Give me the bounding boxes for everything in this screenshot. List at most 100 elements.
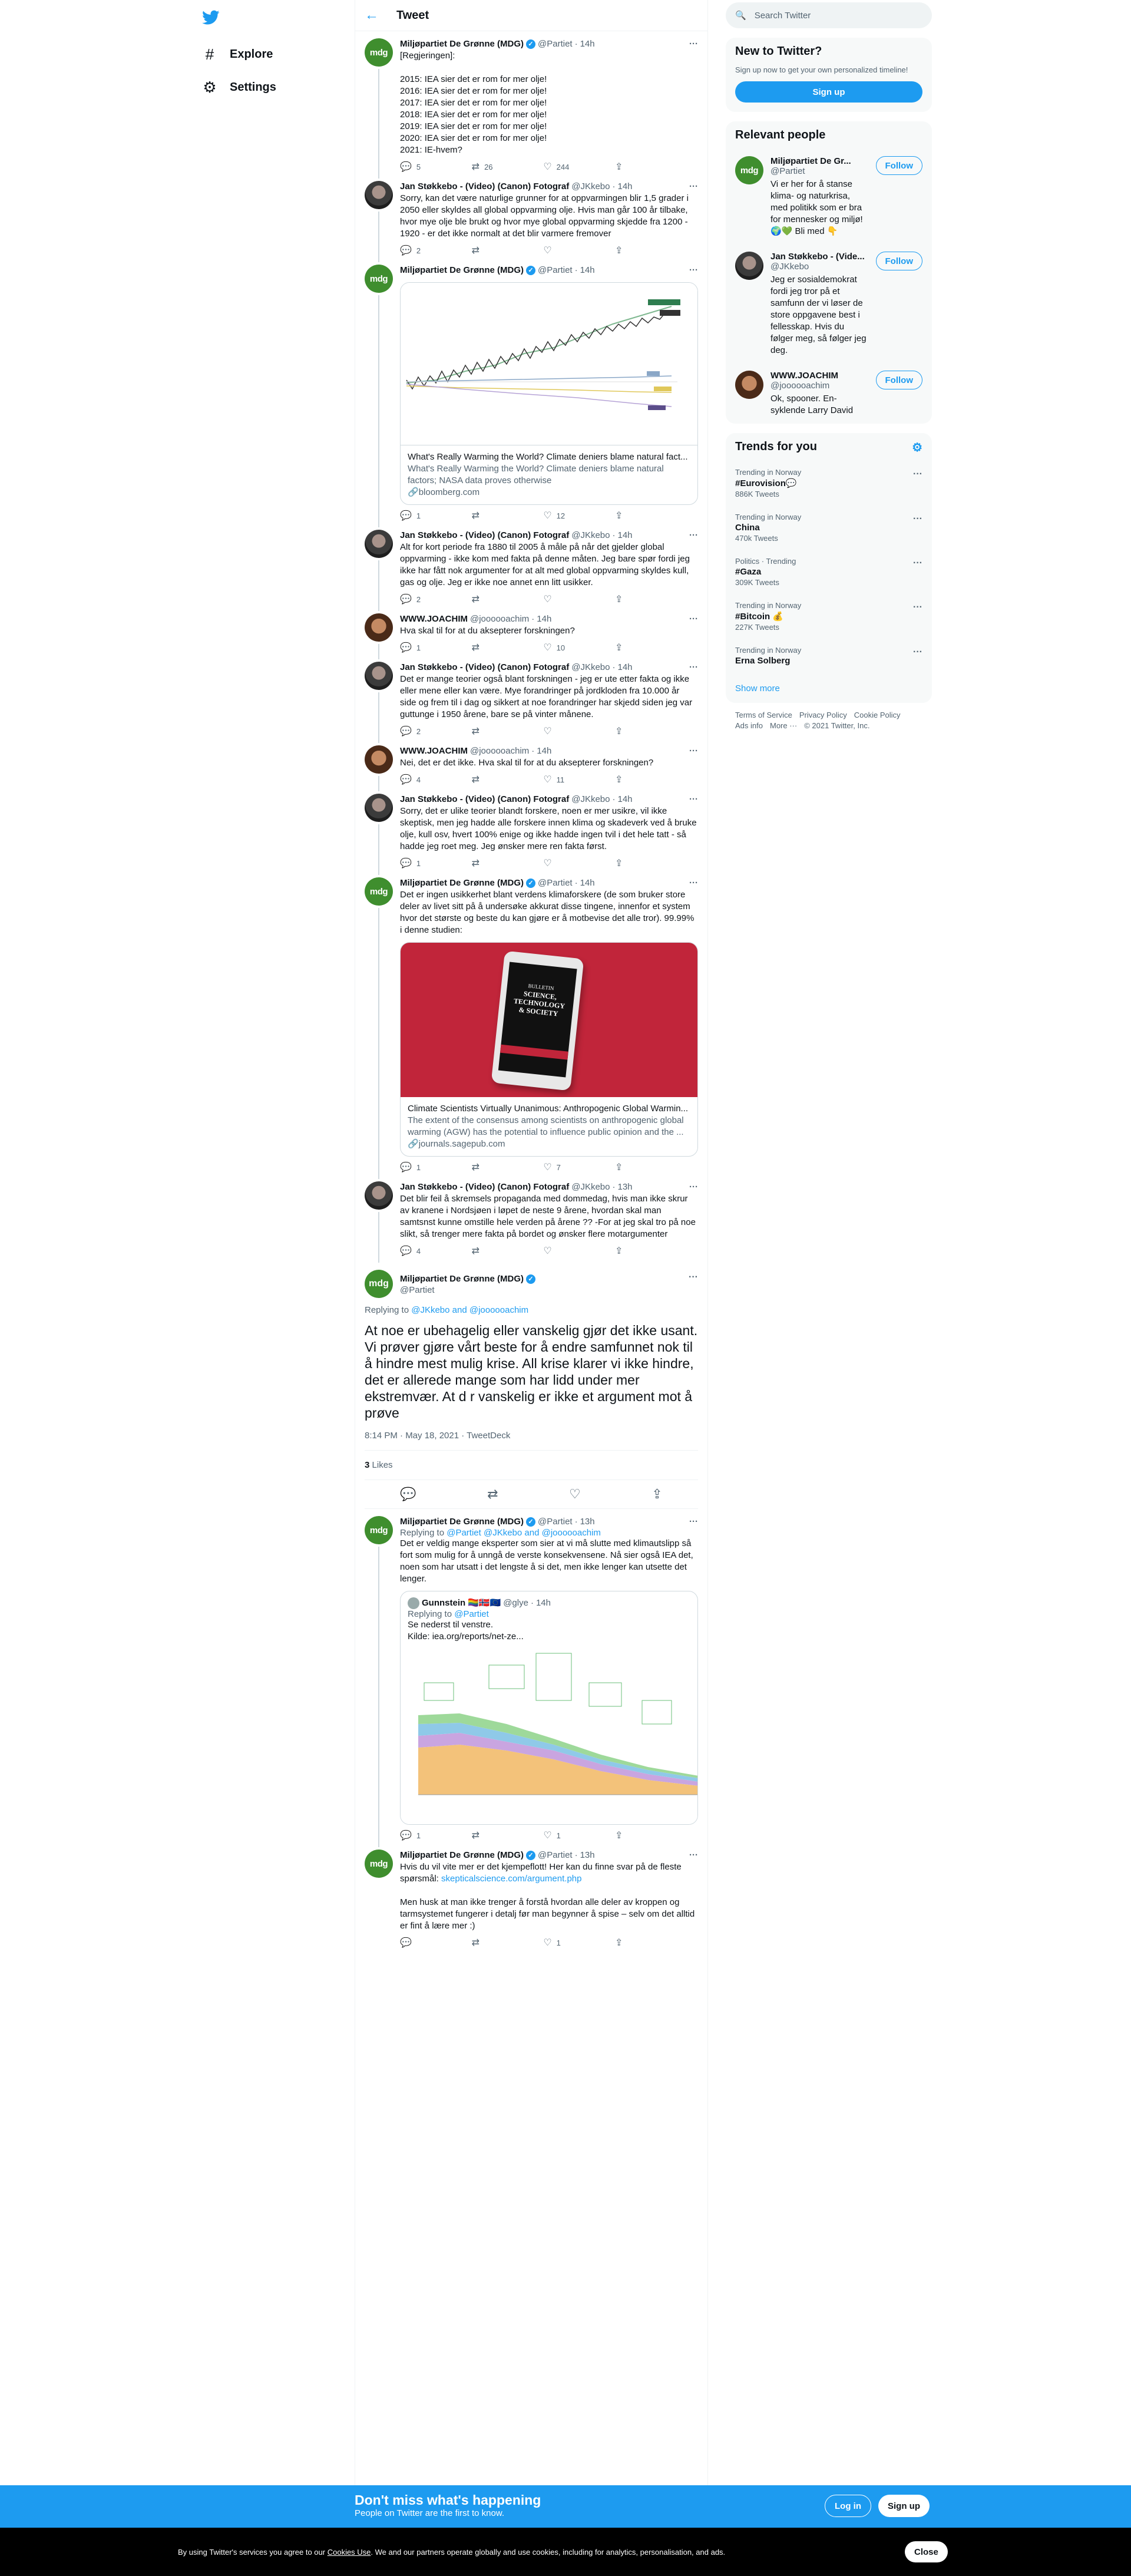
retweet-button[interactable]: ⇄ [472, 774, 507, 785]
author-name[interactable]: Miljøpartiet De Grønne (MDG) [400, 265, 524, 276]
person-name[interactable]: WWW.JOACHIM [770, 371, 869, 381]
retweet-button[interactable]: ⇄ [472, 245, 507, 256]
avatar[interactable] [365, 613, 393, 642]
more-icon[interactable]: ··· [689, 1272, 698, 1283]
search-input[interactable]: Search Twitter [755, 11, 811, 21]
share-button[interactable]: ⇪ [615, 774, 650, 785]
tweet-time[interactable]: 13h [580, 1516, 595, 1528]
more-icon[interactable]: ··· [689, 662, 698, 673]
back-arrow-icon[interactable]: ← [365, 7, 379, 24]
reply-button[interactable]: 💬 1 [400, 510, 435, 521]
avatar[interactable]: mdg [365, 38, 393, 67]
login-button[interactable]: Log in [825, 2495, 871, 2517]
avatar[interactable] [365, 530, 393, 558]
tweet-time[interactable]: 14h [580, 877, 595, 889]
more-icon[interactable]: ··· [689, 1181, 698, 1193]
share-button[interactable]: ⇪ [615, 1829, 650, 1841]
replying-to-link[interactable]: @Partiet @JKkebo and @joooooachim [447, 1528, 601, 1538]
tweet[interactable]: Jan Støkkebo - (Video) (Canon) Fotograf @… [355, 179, 707, 262]
follow-button[interactable]: Follow [875, 252, 922, 270]
share-button[interactable]: ⇪ [615, 857, 650, 869]
footer-link[interactable]: More ··· [770, 721, 797, 730]
more-icon[interactable]: ··· [689, 530, 698, 541]
retweet-button[interactable]: ⇄ [472, 1245, 507, 1257]
avatar[interactable]: mdg [365, 265, 393, 293]
replying-to-link[interactable]: @JKkebo and @joooooachim [411, 1305, 528, 1315]
tweet[interactable]: Jan Støkkebo - (Video) (Canon) Fotograf @… [355, 527, 707, 611]
avatar[interactable]: mdg [365, 877, 393, 906]
avatar[interactable] [365, 662, 393, 690]
more-icon[interactable]: ··· [689, 265, 698, 276]
tweet-time[interactable]: 13h [580, 1850, 595, 1861]
footer-link[interactable]: Cookie Policy [854, 711, 901, 719]
avatar[interactable] [365, 794, 393, 822]
reply-icon[interactable]: 💬 [400, 1487, 416, 1502]
author-name[interactable]: Miljøpartiet De Grønne (MDG) [400, 877, 524, 889]
more-icon[interactable]: ··· [913, 647, 922, 658]
tweet[interactable]: WWW.JOACHIM @joooooachim · 14h ··· Hva skal … [355, 611, 707, 659]
more-icon[interactable]: ··· [689, 1516, 698, 1528]
author-name[interactable]: WWW.JOACHIM [400, 613, 468, 625]
reply-button[interactable]: 💬 2 [400, 245, 435, 256]
reply-button[interactable]: 💬 4 [400, 1245, 435, 1257]
tweet-time[interactable]: 13h [618, 1181, 633, 1193]
tweet-time[interactable]: 14h [618, 530, 633, 541]
more-icon[interactable]: ··· [689, 745, 698, 757]
twitter-logo-icon[interactable] [194, 2, 227, 33]
author-name[interactable]: Miljøpartiet De Grønne (MDG) [400, 38, 524, 50]
person-name[interactable]: Jan Støkkebo - (Vide... [770, 252, 869, 262]
tweet[interactable]: mdg Miljøpartiet De Grønne (MDG) ✓ @Partie… [355, 31, 707, 179]
retweet-button[interactable]: ⇄ [472, 1161, 507, 1173]
more-icon[interactable]: ··· [689, 181, 698, 193]
person-name[interactable]: Miljøpartiet De Gr... [770, 156, 869, 166]
reply-tweet[interactable]: mdg Miljøpartiet De Grønne (MDG) ✓ @Partie… [355, 1509, 707, 1847]
signup-button[interactable]: Sign up [878, 2495, 930, 2517]
show-more-link[interactable]: Show more [726, 674, 932, 703]
like-button[interactable]: ♡ 10 [543, 642, 578, 653]
reply-button[interactable]: 💬 4 [400, 774, 435, 785]
footer-link[interactable]: Privacy Policy [799, 711, 847, 719]
avatar[interactable] [365, 1181, 393, 1210]
footer-link[interactable]: Ads info [735, 721, 763, 730]
tweet-time[interactable]: 14h [618, 794, 633, 805]
retweet-button[interactable]: ⇄ [472, 642, 507, 653]
share-button[interactable]: ⇪ [615, 1161, 650, 1173]
author-name[interactable]: Jan Støkkebo - (Video) (Canon) Fotograf [400, 181, 569, 193]
avatar[interactable]: mdg [365, 1516, 393, 1544]
heart-icon[interactable]: ♡ [569, 1487, 581, 1502]
search-box[interactable]: 🔍 Search Twitter [726, 2, 932, 28]
close-button[interactable]: Close [905, 2541, 948, 2562]
like-button[interactable]: ♡ 244 [543, 161, 578, 173]
retweet-button[interactable]: ⇄ [472, 1937, 507, 1948]
signup-button[interactable]: Sign up [735, 81, 922, 103]
retweet-button[interactable]: ⇄ [472, 510, 507, 521]
reply-button[interactable]: 💬 2 [400, 725, 435, 737]
author-name[interactable]: Jan Støkkebo - (Video) (Canon) Fotograf [400, 530, 569, 541]
nav-settings[interactable]: ⚙ Settings [194, 71, 355, 104]
trend-item[interactable]: Trending in Norway #Eurovision💬 886K Tweet… [726, 461, 932, 506]
retweet-button[interactable]: ⇄ [472, 725, 507, 737]
retweet-icon[interactable]: ⇄ [487, 1487, 498, 1502]
like-button[interactable]: ♡ [543, 1245, 578, 1257]
retweet-button[interactable]: ⇄ 26 [472, 161, 507, 173]
tweet[interactable]: mdg Miljøpartiet De Grønne (MDG) ✓ @Partie… [355, 262, 707, 527]
footer-link[interactable]: Terms of Service [735, 711, 792, 719]
tweet[interactable]: Jan Støkkebo - (Video) (Canon) Fotograf @… [355, 1179, 707, 1263]
tweet-time[interactable]: 14h [580, 265, 595, 276]
author-name[interactable]: WWW.JOACHIM [400, 745, 468, 757]
like-button[interactable]: ♡ [543, 593, 578, 605]
reply-button[interactable]: 💬 1 [400, 1161, 435, 1173]
more-icon[interactable]: ··· [913, 602, 922, 613]
author-name[interactable]: Jan Støkkebo - (Video) (Canon) Fotograf [400, 1181, 569, 1193]
tweet-link[interactable]: skepticalscience.com/argument.php [441, 1874, 581, 1884]
like-button[interactable]: ♡ 1 [543, 1937, 578, 1948]
like-button[interactable]: ♡ 1 [543, 1829, 578, 1841]
share-button[interactable]: ⇪ [615, 1245, 650, 1257]
like-button[interactable]: ♡ [543, 725, 578, 737]
reply-button[interactable]: 💬 1 [400, 857, 435, 869]
avatar[interactable]: mdg [365, 1850, 393, 1878]
author-name[interactable]: Jan Støkkebo - (Video) (Canon) Fotograf [400, 794, 569, 805]
tweet[interactable]: mdg Miljøpartiet De Grønne (MDG) ✓ @Partie… [355, 875, 707, 1179]
more-icon[interactable]: ··· [689, 877, 698, 889]
reply-button[interactable]: 💬 1 [400, 642, 435, 653]
